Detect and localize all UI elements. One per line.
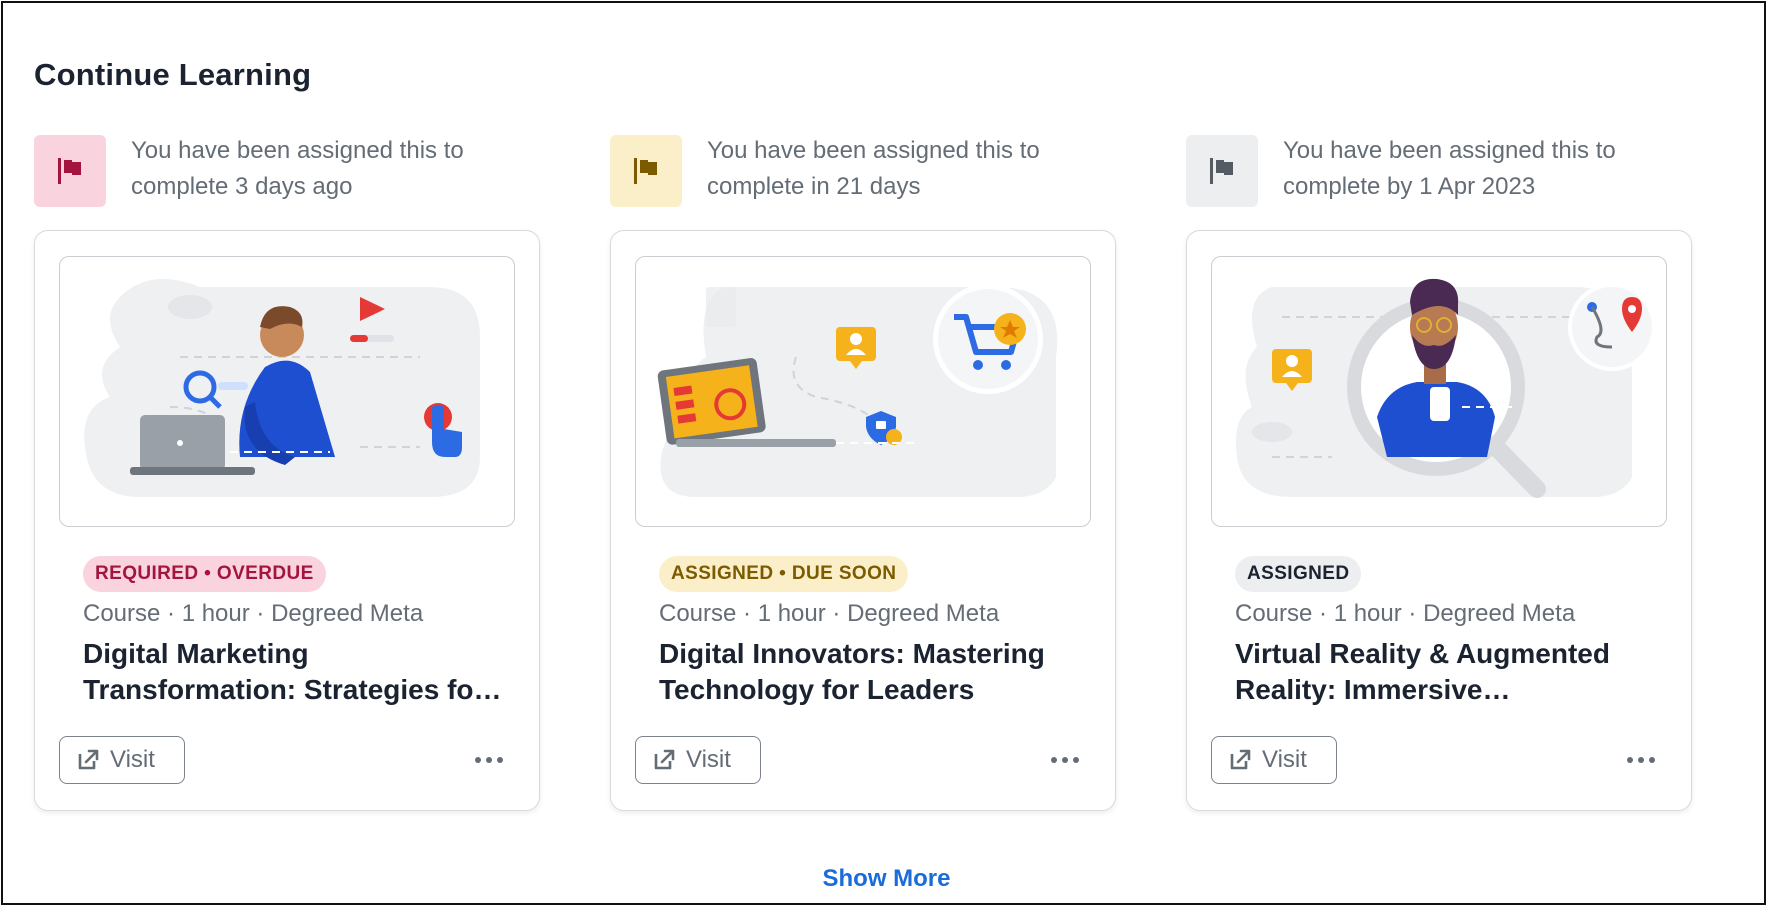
flag-badge — [1186, 135, 1258, 207]
flag-badge — [34, 135, 106, 207]
course-title[interactable]: Digital Marketing Transformation: Strate… — [83, 636, 503, 708]
visit-button[interactable]: Visit — [59, 736, 185, 784]
course-thumbnail — [59, 256, 515, 527]
course-thumbnail — [635, 256, 1091, 527]
visit-label: Visit — [1262, 746, 1307, 773]
flag-icon — [58, 158, 81, 184]
flag-icon — [634, 158, 657, 184]
flag-badge — [610, 135, 682, 207]
external-link-icon — [654, 749, 675, 770]
assignment-text: You have been assigned this to complete … — [707, 137, 1040, 200]
continue-learning-panel: Continue Learning You have been assigned… — [1, 1, 1766, 905]
show-more-row: Show More — [3, 865, 1767, 893]
course-thumbnail — [1211, 256, 1667, 527]
assignment-notice: You have been assigned this to complete … — [1186, 133, 1692, 231]
course-title[interactable]: Virtual Reality & Augmented Reality: Imm… — [1235, 636, 1655, 708]
more-options-icon[interactable] — [469, 746, 509, 774]
course-card[interactable]: ASSIGNED • DUE SOON Course · 1 hour · De… — [610, 230, 1116, 811]
status-badge: ASSIGNED • DUE SOON — [659, 556, 909, 592]
course-meta: Course · 1 hour · Degreed Meta — [659, 600, 1000, 627]
section-title: Continue Learning — [34, 57, 312, 92]
status-badge: ASSIGNED — [1235, 556, 1362, 592]
status-badge: REQUIRED • OVERDUE — [83, 556, 326, 592]
learning-item: You have been assigned this to complete … — [1186, 133, 1692, 811]
show-more-link[interactable]: Show More — [822, 865, 950, 892]
more-options-icon[interactable] — [1045, 746, 1085, 774]
assignment-notice: You have been assigned this to complete … — [34, 133, 540, 231]
flag-icon — [1210, 158, 1233, 184]
course-card[interactable]: REQUIRED • OVERDUE Course · 1 hour · Deg… — [34, 230, 540, 811]
course-title[interactable]: Digital Innovators: Mastering Technology… — [659, 636, 1079, 708]
learning-item: You have been assigned this to complete … — [34, 133, 540, 811]
course-meta: Course · 1 hour · Degreed Meta — [83, 600, 424, 627]
course-meta: Course · 1 hour · Degreed Meta — [1235, 600, 1576, 627]
assignment-notice: You have been assigned this to complete … — [610, 133, 1116, 231]
more-options-icon[interactable] — [1621, 746, 1661, 774]
visit-button[interactable]: Visit — [1211, 736, 1337, 784]
assignment-text: You have been assigned this to complete … — [131, 137, 464, 200]
visit-label: Visit — [686, 746, 731, 773]
visit-button[interactable]: Visit — [635, 736, 761, 784]
assignment-text: You have been assigned this to complete … — [1283, 137, 1616, 200]
external-link-icon — [1230, 749, 1251, 770]
external-link-icon — [78, 749, 99, 770]
learning-item: You have been assigned this to complete … — [610, 133, 1116, 811]
course-card[interactable]: ASSIGNED Course · 1 hour · Degreed Meta … — [1186, 230, 1692, 811]
visit-label: Visit — [110, 746, 155, 773]
